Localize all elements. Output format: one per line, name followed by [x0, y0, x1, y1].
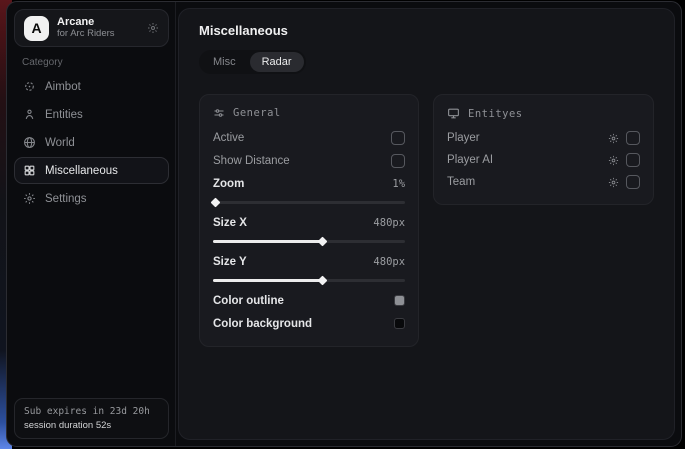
entities-rows: Player Player AI — [447, 127, 640, 193]
color-background-label: Color background — [213, 318, 312, 330]
brand-card: A Arcane for Arc Riders — [14, 9, 169, 47]
session-duration-text: session duration 52s — [24, 420, 159, 431]
sidebar-item-entities[interactable]: Entities — [14, 101, 169, 128]
subscription-card: Sub expires in 23d 20h session duration … — [14, 398, 169, 439]
slider-track — [213, 201, 405, 204]
app-window: A Arcane for Arc Riders Category — [6, 1, 682, 447]
color-background-swatch[interactable] — [394, 318, 405, 329]
gear-icon[interactable] — [147, 22, 159, 34]
team-label: Team — [447, 176, 475, 188]
zoom-slider[interactable] — [213, 196, 405, 208]
sidebar-item-miscellaneous[interactable]: Miscellaneous — [14, 157, 169, 184]
gear-icon[interactable] — [608, 177, 619, 188]
size-x-row: Size X 480px — [213, 211, 405, 234]
zoom-row: Zoom 1% — [213, 172, 405, 195]
general-panel-title: General — [233, 107, 281, 119]
sidebar-item-label: Settings — [45, 193, 87, 205]
slider-thumb[interactable] — [318, 237, 328, 247]
zoom-label: Zoom — [213, 178, 244, 190]
sidebar-item-label: World — [45, 137, 75, 149]
show-distance-row: Show Distance — [213, 149, 405, 172]
size-y-value: 480px — [373, 256, 405, 268]
size-x-label: Size X — [213, 217, 247, 229]
slider-fill — [213, 201, 215, 204]
gear-icon — [23, 192, 36, 205]
entities-panel-title: Entityes — [468, 108, 523, 120]
team-checkbox[interactable] — [626, 175, 640, 189]
player-checkbox[interactable] — [626, 131, 640, 145]
crosshair-icon — [23, 80, 36, 93]
brand-subtitle: for Arc Riders — [57, 29, 115, 40]
size-y-slider[interactable] — [213, 274, 405, 286]
active-label: Active — [213, 132, 244, 144]
general-panel: General Active Show Distance Zoom 1% — [199, 94, 419, 347]
color-outline-swatch[interactable] — [394, 295, 405, 306]
sidebar-item-label: Aimbot — [45, 81, 81, 93]
sidebar: A Arcane for Arc Riders Category — [7, 2, 176, 446]
color-outline-label: Color outline — [213, 295, 284, 307]
sidebar-item-label: Entities — [45, 109, 83, 121]
active-row: Active — [213, 126, 405, 149]
entities-panel-header: Entityes — [447, 107, 640, 120]
tab-bar: Misc Radar — [199, 50, 306, 74]
gear-icon[interactable] — [608, 155, 619, 166]
size-x-slider[interactable] — [213, 235, 405, 247]
monitor-icon — [447, 107, 460, 120]
player-ai-label: Player AI — [447, 154, 493, 166]
player-ai-row: Player AI — [447, 149, 640, 171]
tab-misc[interactable]: Misc — [201, 52, 248, 72]
sidebar-item-world[interactable]: World — [14, 129, 169, 156]
sub-expires-text: Sub expires in 23d 20h — [24, 406, 159, 417]
page-title: Miscellaneous — [199, 23, 654, 38]
category-label: Category — [22, 57, 63, 68]
size-y-row: Size Y 480px — [213, 250, 405, 273]
show-distance-checkbox[interactable] — [391, 154, 405, 168]
sliders-icon — [213, 107, 225, 119]
slider-thumb[interactable] — [210, 198, 220, 208]
sidebar-nav: Aimbot Entities World — [14, 73, 169, 212]
zoom-value: 1% — [392, 178, 405, 190]
player-ai-checkbox[interactable] — [626, 153, 640, 167]
entities-panel: Entityes Player — [433, 94, 654, 205]
panels-row: General Active Show Distance Zoom 1% — [199, 94, 654, 347]
size-x-value: 480px — [373, 217, 405, 229]
player-row: Player — [447, 127, 640, 149]
main-content: Miscellaneous Misc Radar General Active — [178, 8, 675, 440]
color-background-row: Color background — [213, 312, 405, 335]
color-outline-row: Color outline — [213, 289, 405, 312]
player-label: Player — [447, 132, 480, 144]
sidebar-item-settings[interactable]: Settings — [14, 185, 169, 212]
person-scan-icon — [23, 108, 36, 121]
globe-icon — [23, 136, 36, 149]
general-panel-header: General — [213, 107, 405, 119]
brand-logo: A — [24, 16, 49, 41]
gear-icon[interactable] — [608, 133, 619, 144]
brand-name: Arcane — [57, 16, 115, 29]
active-checkbox[interactable] — [391, 131, 405, 145]
brand-text: Arcane for Arc Riders — [57, 16, 115, 40]
tab-radar[interactable]: Radar — [250, 52, 304, 72]
slider-thumb[interactable] — [318, 276, 328, 286]
size-y-label: Size Y — [213, 256, 247, 268]
sidebar-item-label: Miscellaneous — [45, 165, 118, 177]
slider-fill — [213, 240, 322, 243]
sidebar-item-aimbot[interactable]: Aimbot — [14, 73, 169, 100]
grid-icon — [23, 164, 36, 177]
show-distance-label: Show Distance — [213, 155, 290, 167]
team-row: Team — [447, 171, 640, 193]
slider-fill — [213, 279, 322, 282]
